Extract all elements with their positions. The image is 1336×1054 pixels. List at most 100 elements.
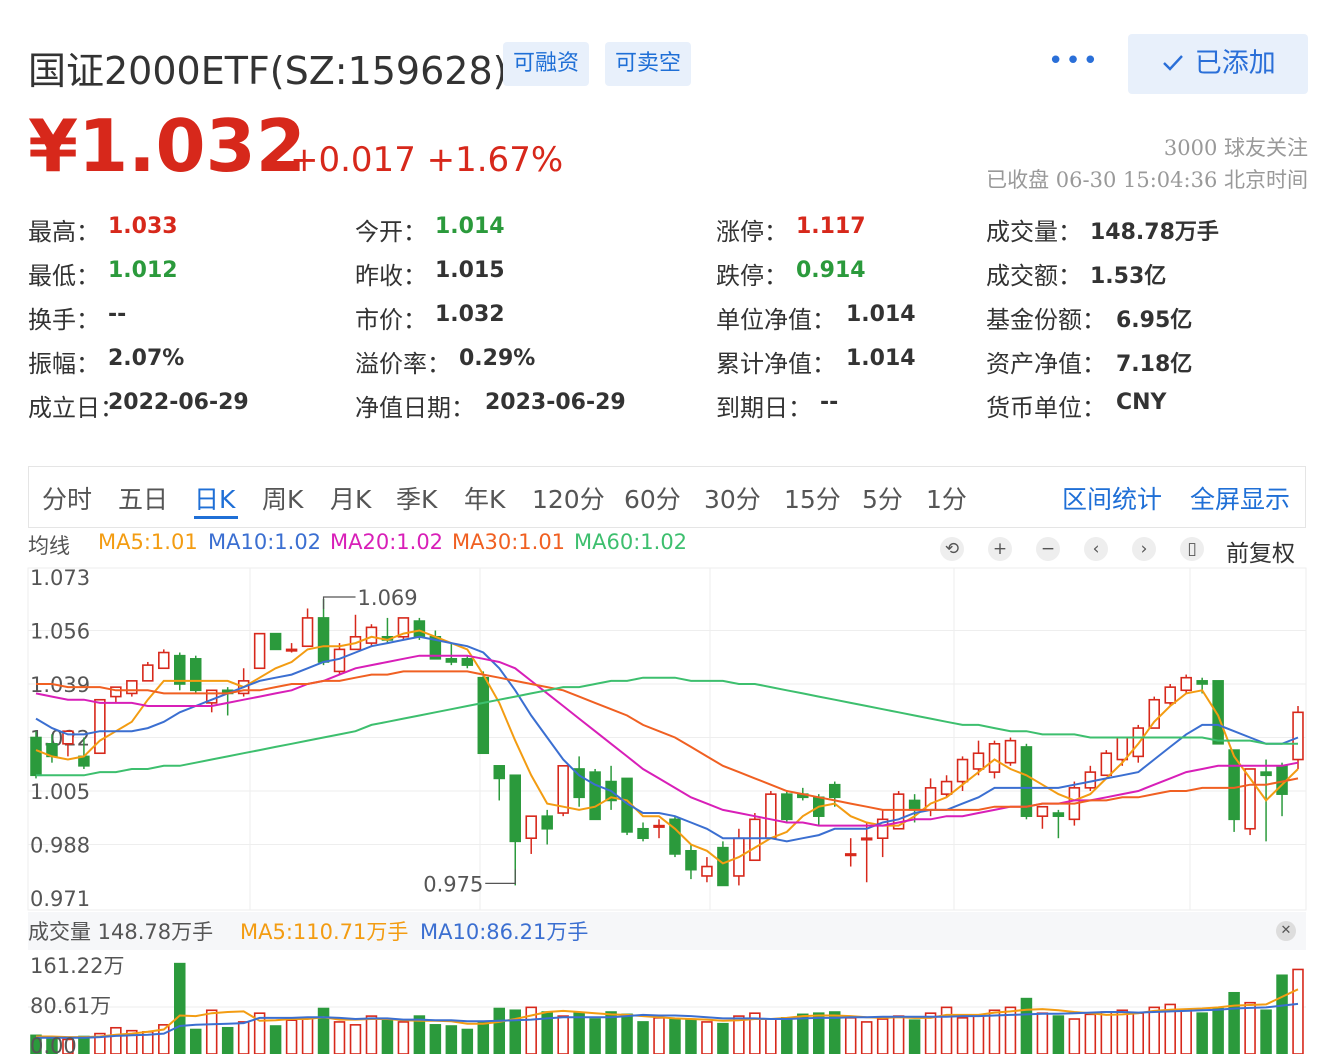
close-volume-icon[interactable]: ✕ xyxy=(1276,921,1296,941)
price-change: +0.017 +1.67% xyxy=(290,140,564,180)
volume-bar xyxy=(1260,1009,1272,1054)
volume-chart[interactable]: 161.22万 80.61万 0.00 xyxy=(0,950,1336,1054)
candle-type-icon[interactable]: ▯ xyxy=(1180,537,1204,561)
tab-2[interactable]: 日K xyxy=(194,480,235,516)
zoom-in-icon[interactable]: + xyxy=(988,537,1012,561)
tab-3[interactable]: 周K xyxy=(262,480,303,516)
volume-bar xyxy=(365,1015,378,1054)
candle-body xyxy=(285,648,298,652)
candle-body xyxy=(781,793,793,821)
quote-label: 货币单位： xyxy=(986,394,1106,422)
fullscreen-button[interactable]: 全屏显示 xyxy=(1190,480,1290,516)
quote-label: 成交额： xyxy=(986,262,1082,290)
tab-0[interactable]: 分时 xyxy=(42,480,92,516)
volume-bar xyxy=(269,1025,282,1054)
candle-body xyxy=(110,686,122,698)
short-sell-badge: 可卖空 xyxy=(605,42,692,86)
quote-value: 7.18亿 xyxy=(1116,352,1193,377)
more-options-icon[interactable]: ••• xyxy=(1048,46,1100,76)
volume-bar xyxy=(1052,1015,1065,1054)
candle-body xyxy=(30,736,42,777)
volume-bar xyxy=(876,1018,889,1054)
tab-9[interactable]: 30分 xyxy=(704,480,761,516)
quote-label: 换手： xyxy=(28,306,100,334)
quote-label: 到期日： xyxy=(716,394,812,422)
candle-body xyxy=(445,658,458,663)
volume-bar xyxy=(397,1021,410,1054)
volume-bar xyxy=(1196,1012,1208,1054)
volume-tick-label: 80.61万 xyxy=(30,994,111,1018)
candle-body xyxy=(317,617,330,663)
volume-bar xyxy=(1036,1012,1049,1054)
tab-1[interactable]: 五日 xyxy=(118,480,168,516)
volume-bar xyxy=(493,1007,506,1054)
volume-bar xyxy=(701,1021,713,1054)
max-annotation-label: 1.069 xyxy=(358,586,418,610)
candle-body xyxy=(1292,711,1304,761)
candle-body xyxy=(1180,676,1192,692)
volume-bar xyxy=(445,1025,458,1054)
quote-value: 1.015 xyxy=(435,258,505,283)
quote-value: 1.032 xyxy=(435,302,505,327)
tab-6[interactable]: 年K xyxy=(464,480,505,516)
candle-body xyxy=(972,752,985,770)
quote-value: 0.29% xyxy=(459,346,536,371)
chart-frame xyxy=(27,567,1307,911)
volume-bar xyxy=(189,1028,202,1054)
quote-value: 1.117 xyxy=(796,214,866,239)
volume-ma10-legend: MA10:86.21万手 xyxy=(420,920,589,944)
scroll-right-icon[interactable]: › xyxy=(1132,537,1156,561)
candle-body xyxy=(1100,752,1113,777)
candle-body xyxy=(956,758,969,783)
tab-4[interactable]: 月K xyxy=(330,480,371,516)
candle-body xyxy=(509,774,521,843)
added-watchlist-button[interactable]: 已添加 xyxy=(1128,34,1308,94)
volume-bar xyxy=(174,962,186,1054)
candle-body xyxy=(1260,771,1272,777)
tab-5[interactable]: 季K xyxy=(396,480,437,516)
volume-bar xyxy=(1116,1009,1129,1054)
quote-value: 1.014 xyxy=(846,346,916,371)
tab-10[interactable]: 15分 xyxy=(784,480,841,516)
volume-bar xyxy=(573,1012,585,1054)
quote-label: 累计净值： xyxy=(716,350,836,378)
tab-7[interactable]: 120分 xyxy=(532,480,605,516)
volume-bar xyxy=(860,1021,873,1054)
y-tick-label: 0.971 xyxy=(30,887,90,911)
volume-bar xyxy=(381,1018,394,1054)
reset-icon[interactable]: ⟲ xyxy=(940,537,964,561)
volume-bar xyxy=(333,1021,346,1054)
ma20-legend: MA20:1.02 xyxy=(330,530,444,554)
volume-bar xyxy=(477,1021,490,1054)
check-icon xyxy=(1163,55,1184,71)
volume-tick-label: 161.22万 xyxy=(30,954,124,978)
candle-body xyxy=(365,626,378,644)
tab-12[interactable]: 1分 xyxy=(926,480,967,516)
quote-value: 2022-06-29 xyxy=(108,390,249,415)
candle-body xyxy=(765,793,777,840)
candle-body xyxy=(461,658,474,666)
tab-11[interactable]: 5分 xyxy=(862,480,903,516)
quote-value: 1.53亿 xyxy=(1090,264,1167,289)
zoom-out-icon[interactable]: − xyxy=(1036,537,1060,561)
candle-body xyxy=(701,865,713,877)
range-stats-button[interactable]: 区间统计 xyxy=(1062,480,1162,516)
volume-bar xyxy=(589,1018,601,1054)
quote-label: 溢价率： xyxy=(355,350,451,378)
tab-8[interactable]: 60分 xyxy=(624,480,681,516)
quote-label: 振幅： xyxy=(28,350,100,378)
scroll-left-icon[interactable]: ‹ xyxy=(1084,537,1108,561)
current-price: ¥1.032 xyxy=(28,104,306,188)
volume-bar xyxy=(653,1017,665,1054)
candlestick-chart[interactable]: 1.0731.0561.0391.0221.0050.9880.9711.069… xyxy=(0,560,1336,912)
volume-bar xyxy=(110,1026,122,1054)
candle-body xyxy=(1196,680,1208,685)
added-label: 已添加 xyxy=(1194,48,1276,79)
volume-ma5-legend: MA5:110.71万手 xyxy=(240,920,409,944)
candle-body xyxy=(158,651,170,670)
volume-bar xyxy=(1020,997,1033,1054)
quote-label: 今开： xyxy=(355,218,427,246)
volume-bar xyxy=(924,1012,937,1054)
candle-body xyxy=(525,815,537,840)
candle-body xyxy=(653,824,665,828)
